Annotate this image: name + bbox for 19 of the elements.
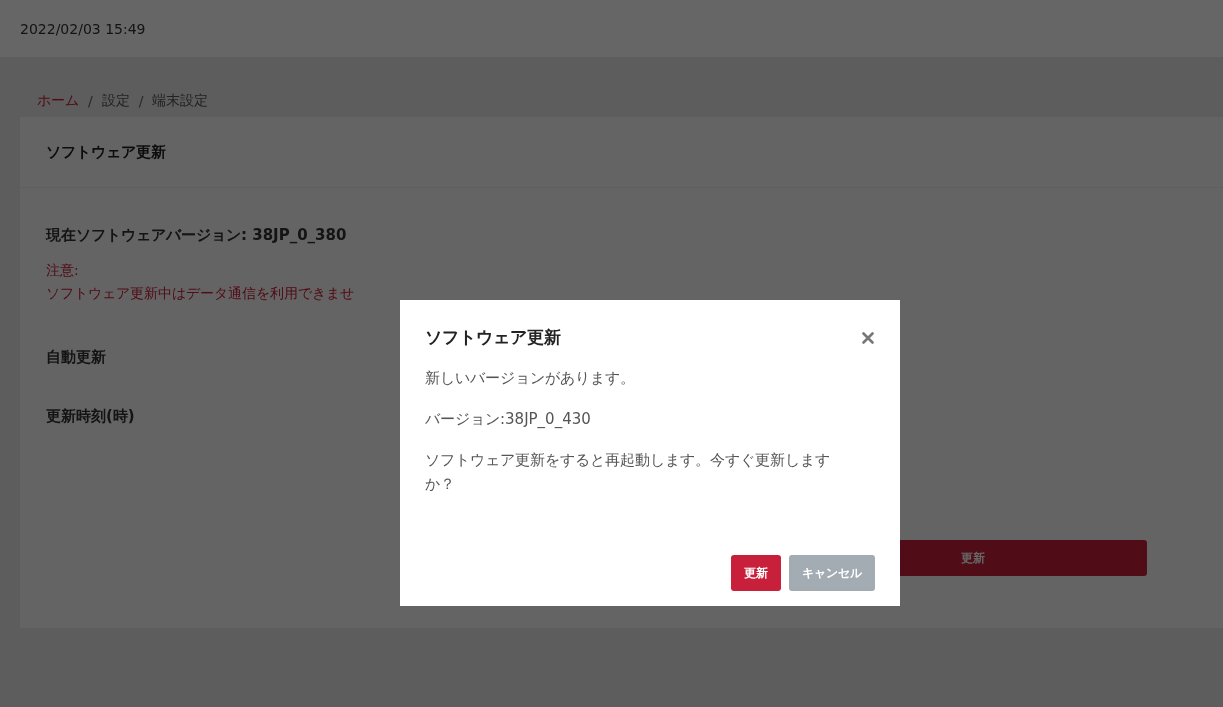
date-time: 2022/02/03 15:49 (20, 20, 146, 37)
dialog-message: ソフトウェア更新をすると再起動します。今すぐ更新しますか？ (425, 450, 831, 495)
cancel-button[interactable]: キャンセル (789, 555, 875, 591)
field-label: 更新時刻(時) (46, 407, 135, 426)
dialog-message: バージョン:38JP_0_430 (425, 409, 592, 430)
breadcrumb-item: 端末設定 (152, 91, 209, 110)
confirm-button[interactable]: 更新 (731, 555, 781, 591)
notice-text: ソフトウェア更新中はデータ通信を利用できませ (46, 285, 354, 303)
current-version: 現在ソフトウェアバージョン: 38JP_0_380 (46, 226, 347, 245)
field-label: 自動更新 (46, 348, 106, 367)
breadcrumb-separator: / (88, 92, 93, 109)
dialog-message: 新しいバージョンがあります。 (425, 368, 636, 389)
breadcrumb-separator: / (138, 92, 144, 109)
notice-label: 注意: (46, 262, 79, 280)
breadcrumb-item: 設定 (101, 91, 130, 110)
breadcrumb-link[interactable]: ホーム (37, 91, 79, 110)
dialog-title: ソフトウェア更新 (425, 326, 561, 349)
close-icon[interactable] (862, 331, 874, 344)
card-title: ソフトウェア更新 (46, 142, 166, 162)
